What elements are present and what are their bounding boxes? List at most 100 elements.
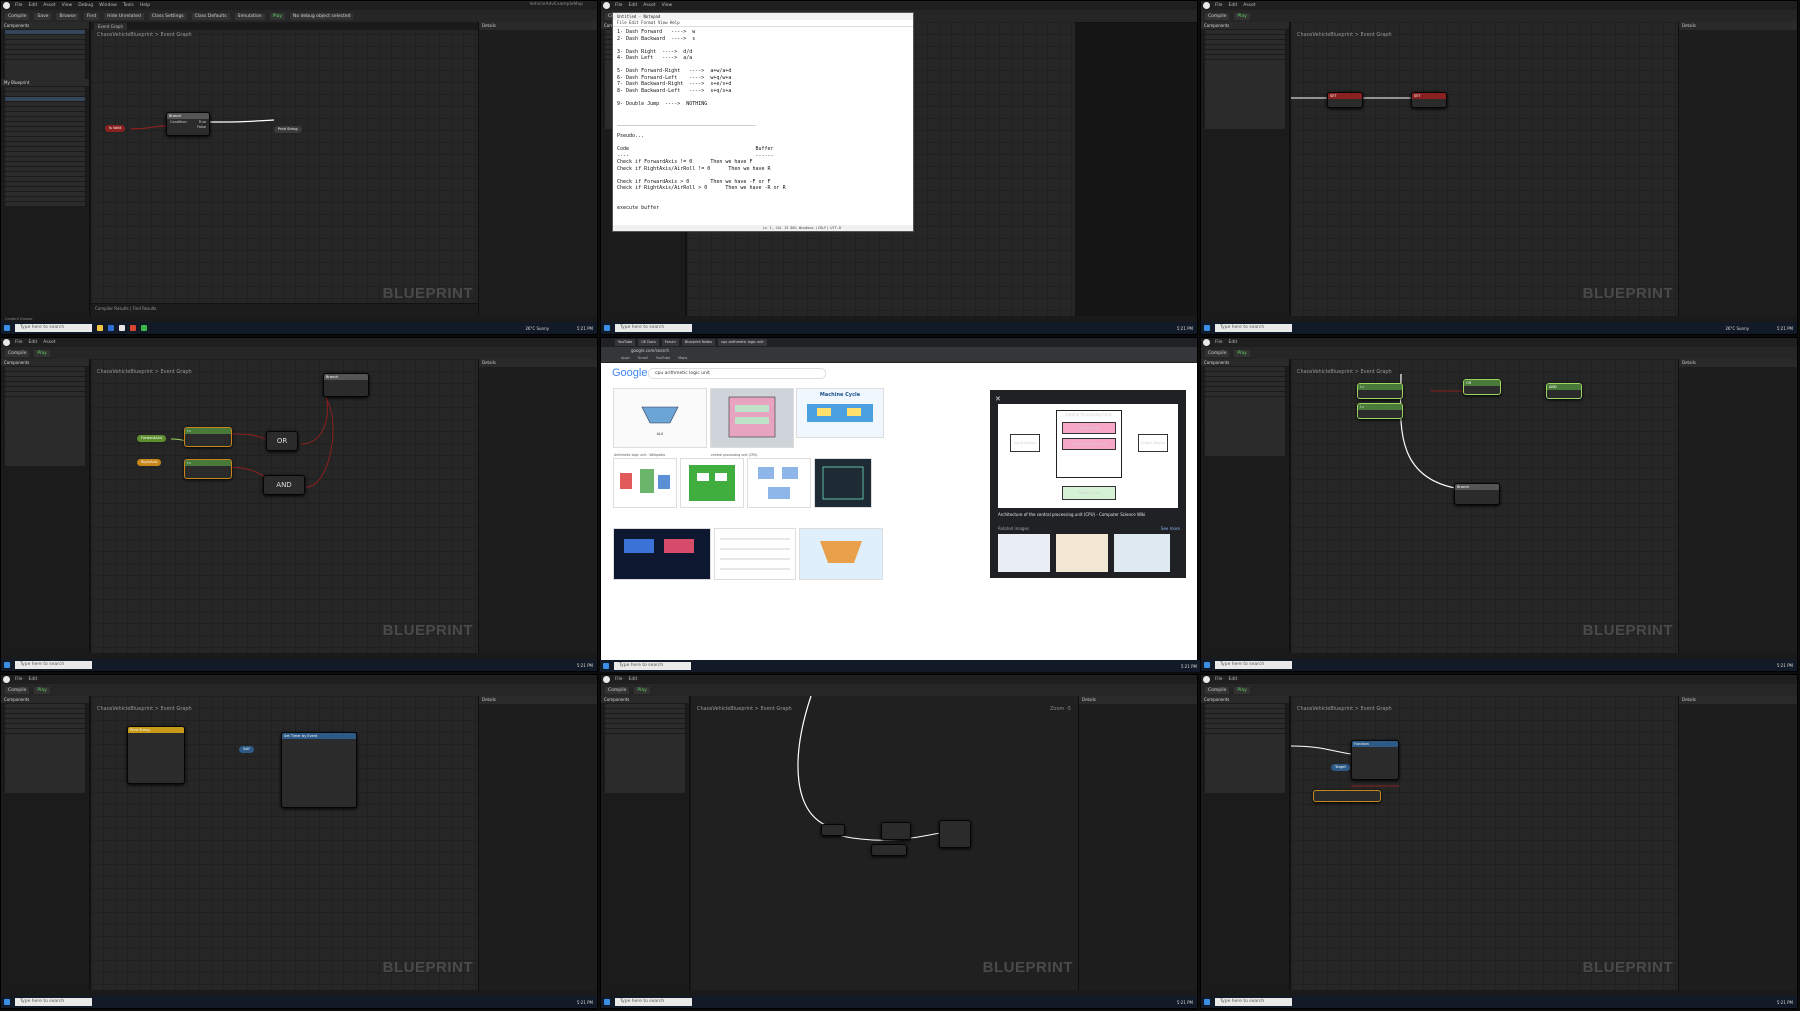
set-timer-node[interactable]: Set Timer by Event xyxy=(281,732,357,808)
address-bar[interactable]: google.com/search xyxy=(601,347,1197,355)
compile-button[interactable]: Compile xyxy=(5,349,30,357)
not-equal-node-2[interactable]: != xyxy=(184,459,232,479)
menu-debug[interactable]: Debug xyxy=(78,3,93,8)
see-more-link[interactable]: See more xyxy=(1161,526,1180,531)
ue-logo-icon xyxy=(1203,339,1210,346)
event-graph-canvas[interactable]: ChaosVehicleBlueprint > Event Graph Forw… xyxy=(91,359,479,653)
compiler-results-tab[interactable]: Compiler Results | Find Results xyxy=(91,303,479,316)
event-graph-canvas[interactable]: Event Graph ChaosVehicleBlueprint > Even… xyxy=(91,22,479,316)
false-pin[interactable]: False xyxy=(167,125,209,129)
result-image-8[interactable] xyxy=(613,528,711,580)
event-graph-canvas[interactable]: ChaosVehicleBlueprint > Event Graph Func… xyxy=(1291,696,1679,990)
play-button[interactable]: Play xyxy=(1234,349,1250,357)
condition-pin[interactable]: Condition xyxy=(170,120,187,124)
notepad-menu[interactable]: File Edit Format View Help xyxy=(613,20,913,27)
play-button[interactable]: Play xyxy=(34,686,50,694)
class-defaults-button[interactable]: Class Defaults xyxy=(191,12,230,20)
compile-button[interactable]: Compile xyxy=(5,12,30,20)
save-button[interactable]: Save xyxy=(34,12,52,20)
not-equal-node-1[interactable]: != xyxy=(184,427,232,447)
result-image-5[interactable] xyxy=(680,458,744,508)
weather-widget[interactable]: 26°C Sunny xyxy=(525,326,549,331)
compile-button[interactable]: Compile xyxy=(605,686,630,694)
play-button[interactable]: Play xyxy=(269,12,286,20)
simulation-button[interactable]: Simulation xyxy=(234,12,265,20)
branch-node[interactable]: Branch xyxy=(323,373,369,397)
play-button[interactable]: Play xyxy=(34,349,50,357)
close-icon[interactable]: ✕ xyxy=(995,395,1001,403)
menu-asset[interactable]: Asset xyxy=(43,3,55,8)
ue-window-8: File Edit Compile Play Components ChaosVeh… xyxy=(600,674,1198,1009)
notepad-text-area[interactable]: 1- Dash Forward ----> w 2- Dash Backward… xyxy=(613,27,913,213)
menu-edit[interactable]: Edit xyxy=(29,3,38,8)
taskbar-search-input[interactable]: Type here to search xyxy=(15,661,92,669)
result-image-10[interactable] xyxy=(799,528,883,580)
event-graph-canvas[interactable]: ChaosVehicleBlueprint > Event Graph SET … xyxy=(1291,22,1679,316)
find-button[interactable]: Find xyxy=(83,12,100,20)
system-clock[interactable]: 5:21 PM xyxy=(577,326,593,331)
taskbar-search-input[interactable]: Type here to search xyxy=(615,998,692,1006)
result-image-6[interactable] xyxy=(747,458,811,508)
play-button[interactable]: Play xyxy=(634,686,650,694)
result-image-7[interactable] xyxy=(814,458,872,508)
edge-icon[interactable] xyxy=(108,325,114,331)
and-node[interactable]: AND xyxy=(263,475,305,495)
result-image-2[interactable]: central processing unit (CPU) xyxy=(710,388,794,457)
event-graph-canvas[interactable]: ChaosVehicleBlueprint > Event Graph Zoom… xyxy=(691,696,1079,990)
menu-help[interactable]: Help xyxy=(140,3,150,8)
app-icon[interactable] xyxy=(141,325,147,331)
browser-tab[interactable]: Forum xyxy=(661,339,679,346)
is-valid-variable[interactable]: Is Valid xyxy=(105,125,126,132)
play-button[interactable]: Play xyxy=(1234,686,1250,694)
taskbar-search-input[interactable]: Type here to search xyxy=(1215,661,1292,669)
debug-filter-select[interactable]: No debug object selected xyxy=(290,12,354,20)
play-button[interactable]: Play xyxy=(1234,12,1250,20)
branch-node[interactable]: Branch Condition True False xyxy=(166,112,210,136)
taskbar-search-input[interactable]: Type here to search xyxy=(1215,998,1292,1006)
hide-unrelated-button[interactable]: Hide Unrelated xyxy=(104,12,144,20)
class-settings-button[interactable]: Class Settings xyxy=(148,12,187,20)
ue-window-1: File Edit Asset View Debug Window Tools Help Ve… xyxy=(0,0,598,335)
menu-window[interactable]: Window xyxy=(99,3,117,8)
browser-tab-active[interactable]: cpu arithmetic logic unit xyxy=(718,339,767,346)
print-string-node[interactable]: Print String xyxy=(127,726,185,784)
browser-tab[interactable]: UE Docs xyxy=(638,339,659,346)
true-pin[interactable]: True xyxy=(199,120,206,124)
result-image-3[interactable]: Machine Cycle xyxy=(796,388,884,438)
result-image-4[interactable] xyxy=(613,458,677,508)
result-image-9[interactable] xyxy=(714,528,796,580)
print-string-node[interactable]: Print String xyxy=(274,126,302,133)
compile-button[interactable]: Compile xyxy=(1205,686,1230,694)
windows-start-icon[interactable] xyxy=(4,325,10,331)
google-logo[interactable]: Google xyxy=(612,367,647,379)
search-input[interactable]: cpu arithmetic logic unit xyxy=(648,368,826,379)
ue-logo-icon xyxy=(603,676,610,683)
taskbar-search-input[interactable]: Type here to search xyxy=(15,324,92,332)
cpu-label: Central Processing Unit xyxy=(1064,412,1112,417)
control-unit-block: Control Unit xyxy=(1062,422,1116,434)
taskbar-search-input[interactable]: Type here to search xyxy=(1215,324,1292,332)
browse-button[interactable]: Browse xyxy=(56,12,79,20)
file-explorer-icon[interactable] xyxy=(97,325,103,331)
result-image-1[interactable]: ALU Arithmetic logic unit - Wikipedia xyxy=(613,388,707,457)
menu-file[interactable]: File xyxy=(15,3,23,8)
image-preview-panel: ✕ Central Processing Unit Control Unit A… xyxy=(990,390,1186,578)
notepad-window[interactable]: Untitled - Notepad File Edit Format View… xyxy=(612,12,914,232)
taskbar-search-input[interactable]: Type here to search xyxy=(15,998,92,1006)
ue-window-7: File Edit Compile Play Components ChaosVeh… xyxy=(0,674,598,1009)
menu-tools[interactable]: Tools xyxy=(123,3,134,8)
chrome-icon[interactable] xyxy=(130,325,136,331)
browser-tab[interactable]: YouTube xyxy=(615,339,636,346)
unreal-icon[interactable] xyxy=(119,325,125,331)
event-graph-canvas[interactable]: ChaosVehicleBlueprint > Event Graph Prin… xyxy=(91,696,479,990)
compile-button[interactable]: Compile xyxy=(1205,349,1230,357)
taskbar-search-input[interactable]: Type here to search xyxy=(614,662,691,670)
compile-button[interactable]: Compile xyxy=(1205,12,1230,20)
browser-tab[interactable]: Blueprint Notes xyxy=(681,339,716,346)
or-node[interactable]: OR xyxy=(266,431,298,451)
taskbar-search-input[interactable]: Type here to search xyxy=(615,324,692,332)
event-graph-canvas[interactable]: ChaosVehicleBlueprint > Event Graph != !… xyxy=(1291,359,1679,653)
menu-view[interactable]: View xyxy=(62,3,73,8)
preview-title[interactable]: Architecture of the central processing u… xyxy=(998,512,1178,517)
compile-button[interactable]: Compile xyxy=(5,686,30,694)
